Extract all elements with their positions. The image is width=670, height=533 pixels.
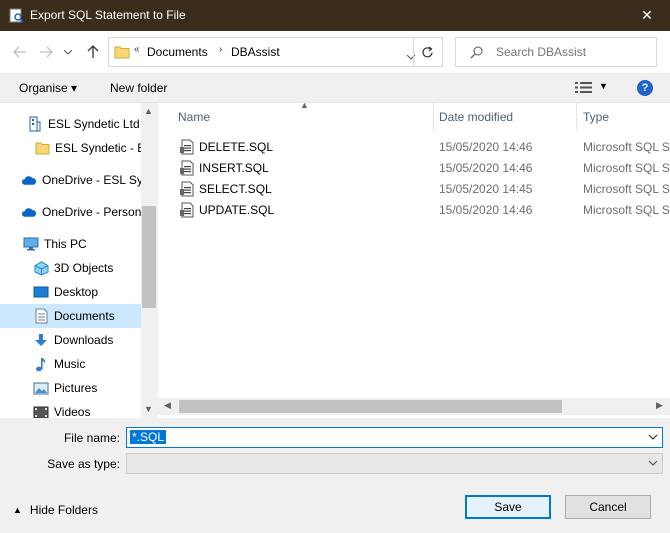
cloud-icon: [21, 204, 37, 220]
horizontal-scrollbar-thumb[interactable]: [179, 400, 562, 413]
column-divider[interactable]: [433, 103, 434, 131]
app-icon: [9, 8, 24, 23]
scroll-up-icon[interactable]: ▲: [144, 106, 153, 116]
file-name-label: File name:: [63, 431, 120, 445]
save-as-type-label: Save as type:: [47, 457, 120, 471]
close-button[interactable]: ✕: [624, 0, 670, 31]
chevron-down-icon[interactable]: [648, 431, 658, 445]
folder-icon: [34, 140, 50, 156]
arrow-left-icon: [13, 46, 26, 58]
view-options-button[interactable]: [575, 81, 592, 97]
file-list: ▲ Name Date modified Type DELETE.SQL 15/…: [158, 103, 670, 418]
nav-item-onedrive-personal[interactable]: OneDrive - Personal: [0, 200, 151, 224]
nav-item-onedrive-esl[interactable]: OneDrive - ESL Syndetic Ltd: [0, 168, 157, 192]
nav-item-esl-syndetic-ltd[interactable]: ESL Syndetic Ltd: [0, 112, 141, 136]
download-icon: [33, 332, 49, 348]
column-divider[interactable]: [576, 103, 577, 131]
search-box[interactable]: [455, 37, 657, 67]
navigation-scrollbar-thumb[interactable]: [142, 206, 156, 308]
breadcrumb-documents[interactable]: Documents: [147, 45, 208, 59]
breadcrumb-overflow-icon[interactable]: «: [134, 44, 140, 55]
chevron-down-icon: [64, 49, 72, 55]
pictures-icon: [33, 380, 49, 396]
up-button[interactable]: [83, 42, 103, 62]
refresh-icon: [422, 46, 433, 57]
nav-item-pictures[interactable]: Pictures: [0, 376, 141, 400]
sql-file-icon: [180, 160, 194, 179]
document-icon: [33, 308, 49, 324]
file-list-horizontal-scrollbar[interactable]: ◀ ▶: [158, 398, 670, 415]
chevron-down-icon[interactable]: [648, 457, 658, 471]
scroll-down-icon[interactable]: ▼: [144, 404, 153, 414]
file-name-combo[interactable]: *.SQL: [126, 427, 663, 448]
file-row[interactable]: UPDATE.SQL 15/05/2020 14:46 Microsoft SQ…: [158, 199, 670, 220]
back-button[interactable]: [10, 42, 30, 62]
music-icon: [33, 356, 49, 372]
refresh-button[interactable]: [413, 38, 441, 66]
command-bar: Organise ▾ New folder ▼ ?: [0, 73, 670, 103]
close-icon: ✕: [641, 7, 653, 23]
save-form: File name: *.SQL Save as type: ▲ Hide Fo…: [0, 418, 670, 533]
hide-folders-button[interactable]: ▲ Hide Folders: [13, 503, 98, 517]
column-header-name[interactable]: Name: [178, 103, 210, 131]
file-row[interactable]: SELECT.SQL 15/05/2020 14:45 Microsoft SQ…: [158, 178, 670, 199]
details-view-icon: [575, 82, 592, 93]
navigation-scrollbar[interactable]: ▲ ▼: [141, 103, 157, 418]
sql-file-icon: [180, 181, 194, 200]
navigation-pane: ESL Syndetic Ltd ESL Syndetic - ESL OneD…: [0, 103, 157, 418]
scroll-right-icon[interactable]: ▶: [656, 400, 663, 411]
nav-item-documents[interactable]: Documents: [0, 304, 141, 328]
breadcrumb-dbassist[interactable]: DBAssist: [231, 45, 280, 59]
chevron-up-icon: ▲: [13, 505, 22, 515]
nav-item-desktop[interactable]: Desktop: [0, 280, 141, 304]
sort-ascending-icon: ▲: [300, 103, 309, 110]
arrow-up-icon: [87, 45, 99, 58]
nav-item-videos[interactable]: Videos: [0, 400, 141, 418]
recent-locations-button[interactable]: [58, 42, 78, 62]
nav-item-esl-syndetic-folder[interactable]: ESL Syndetic - ESL: [0, 136, 157, 160]
help-button[interactable]: ?: [637, 80, 653, 96]
view-dropdown-icon[interactable]: ▼: [599, 81, 608, 91]
title-bar: Export SQL Statement to File ✕: [0, 0, 670, 31]
sql-file-icon: [180, 139, 194, 158]
file-row[interactable]: INSERT.SQL 15/05/2020 14:46 Microsoft SQ…: [158, 157, 670, 178]
search-icon: [470, 46, 483, 62]
desktop-icon: [33, 284, 49, 300]
nav-item-this-pc[interactable]: This PC: [0, 232, 141, 256]
new-folder-button[interactable]: New folder: [110, 81, 167, 95]
window-title: Export SQL Statement to File: [30, 8, 186, 22]
scroll-left-icon[interactable]: ◀: [164, 400, 171, 411]
search-input[interactable]: [496, 44, 646, 60]
save-as-type-select[interactable]: [126, 453, 663, 474]
nav-item-downloads[interactable]: Downloads: [0, 328, 141, 352]
address-box[interactable]: « Documents › DBAssist: [108, 37, 443, 67]
nav-item-music[interactable]: Music: [0, 352, 141, 376]
address-bar-row: « Documents › DBAssist: [0, 31, 670, 73]
cube-icon: [33, 260, 49, 276]
column-header-type[interactable]: Type: [583, 103, 609, 131]
cloud-icon: [21, 172, 37, 188]
column-header-date-modified[interactable]: Date modified: [439, 103, 513, 131]
sql-file-icon: [180, 202, 194, 221]
forward-button[interactable]: [36, 42, 56, 62]
organise-button[interactable]: Organise ▾: [19, 81, 77, 95]
breadcrumb-separator-icon: ›: [219, 44, 223, 55]
arrow-right-icon: [40, 46, 53, 58]
folder-icon: [114, 45, 130, 62]
nav-item-3d-objects[interactable]: 3D Objects: [0, 256, 141, 280]
building-icon: [27, 116, 43, 132]
file-row[interactable]: DELETE.SQL 15/05/2020 14:46 Microsoft SQ…: [158, 136, 670, 157]
computer-icon: [23, 236, 39, 252]
cancel-button[interactable]: Cancel: [565, 495, 651, 519]
video-icon: [33, 404, 49, 418]
save-button[interactable]: Save: [465, 495, 551, 519]
file-name-input[interactable]: *.SQL: [130, 430, 167, 444]
